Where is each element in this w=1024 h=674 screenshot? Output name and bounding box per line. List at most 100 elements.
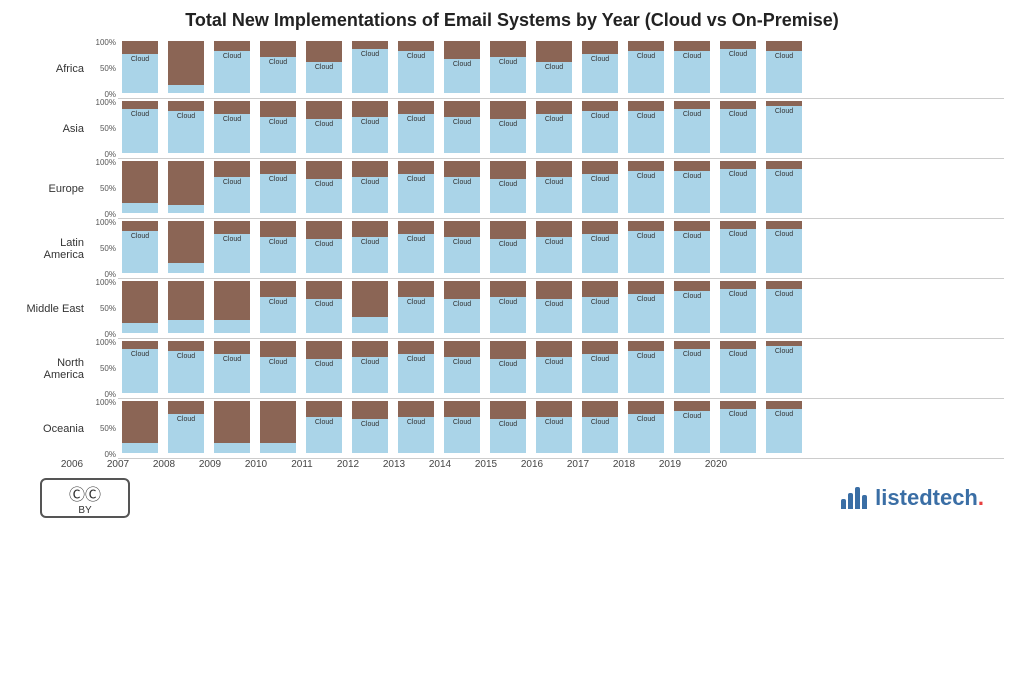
bar-row-2: CloudCloudCloudCloudCloudCloudCloudCloud…: [118, 159, 1004, 219]
bar-cloud: Cloud: [628, 294, 664, 333]
bar-onprem: [306, 401, 342, 417]
stacked-bar: Cloud: [306, 401, 342, 453]
stacked-bar: Cloud: [306, 101, 342, 153]
bar-cloud: Cloud: [352, 237, 388, 273]
bar-onprem: [720, 401, 756, 409]
bar-col: Cloud: [624, 341, 668, 396]
cloud-label: Cloud: [683, 413, 701, 420]
bar-cloud: Cloud: [674, 51, 710, 93]
cloud-label: Cloud: [683, 173, 701, 180]
bar-col: Cloud: [624, 221, 668, 276]
bar-col: Cloud: [716, 281, 760, 336]
stacked-bar: Cloud: [628, 221, 664, 273]
bar-cloud: Cloud: [214, 114, 250, 153]
bar-cloud: Cloud: [766, 289, 802, 333]
bar-onprem: [490, 341, 526, 359]
bar-col: Cloud: [670, 161, 714, 216]
bar-col: Cloud: [670, 281, 714, 336]
bar-onprem: [122, 401, 158, 443]
logo-bar-2: [848, 493, 853, 509]
bar-col: Cloud: [210, 161, 254, 216]
y-label: 50%: [100, 305, 116, 313]
bar-col: Cloud: [670, 221, 714, 276]
bar-cloud: [168, 320, 204, 333]
bar-onprem: [720, 341, 756, 349]
y-label: 50%: [100, 125, 116, 133]
stacked-bar: Cloud: [398, 41, 434, 93]
bar-col: Cloud: [210, 221, 254, 276]
stacked-bar: Cloud: [490, 281, 526, 333]
cloud-label: Cloud: [545, 419, 563, 426]
bar-col: Cloud: [486, 221, 530, 276]
bar-cloud: Cloud: [444, 357, 480, 393]
bar-onprem: [352, 341, 388, 357]
stacked-bar: Cloud: [628, 281, 664, 333]
bar-col: Cloud: [210, 341, 254, 396]
bar-onprem: [720, 281, 756, 289]
stacked-bar: Cloud: [352, 161, 388, 213]
cloud-label: Cloud: [407, 53, 425, 60]
cloud-label: Cloud: [499, 241, 517, 248]
bar-col: Cloud: [440, 281, 484, 336]
bar-col: Cloud: [394, 221, 438, 276]
row-africa: 100%50%0%CloudCloudCloudCloudCloudCloudC…: [88, 39, 1004, 99]
bar-col: Cloud: [762, 401, 806, 456]
cloud-label: Cloud: [729, 171, 747, 178]
stacked-bar: Cloud: [214, 41, 250, 93]
bar-cloud: [352, 317, 388, 333]
bar-onprem: [582, 161, 618, 174]
y-label: 100%: [96, 399, 116, 407]
bar-onprem: [214, 161, 250, 177]
bar-col: Cloud: [302, 221, 346, 276]
bar-cloud: Cloud: [490, 359, 526, 393]
cloud-label: Cloud: [545, 179, 563, 186]
bar-onprem: [444, 161, 480, 177]
bar-col: Cloud: [578, 101, 622, 156]
bar-col: Cloud: [532, 221, 576, 276]
cloud-label: Cloud: [683, 111, 701, 118]
bar-onprem: [444, 401, 480, 417]
cloud-label: Cloud: [223, 116, 241, 123]
bar-cloud: Cloud: [720, 229, 756, 273]
stacked-bar: [122, 161, 158, 213]
bar-onprem: [766, 41, 802, 51]
stacked-bar: Cloud: [490, 221, 526, 273]
bar-cloud: Cloud: [398, 417, 434, 453]
bar-col: Cloud: [256, 341, 300, 396]
cloud-label: Cloud: [729, 111, 747, 118]
bar-col: Cloud: [394, 101, 438, 156]
bar-onprem: [582, 221, 618, 234]
bar-onprem: [214, 101, 250, 114]
cloud-label: Cloud: [131, 111, 149, 118]
stacked-bar: Cloud: [490, 341, 526, 393]
bar-col: Cloud: [348, 41, 392, 96]
cloud-label: Cloud: [591, 176, 609, 183]
stacked-bar: Cloud: [306, 221, 342, 273]
bar-onprem: [444, 101, 480, 117]
bar-cloud: Cloud: [628, 171, 664, 213]
bar-cloud: Cloud: [398, 114, 434, 153]
stacked-bar: Cloud: [674, 41, 710, 93]
y-label: 50%: [100, 425, 116, 433]
bar-col: Cloud: [532, 41, 576, 96]
stacked-bar: Cloud: [674, 401, 710, 453]
bar-onprem: [260, 341, 296, 357]
cloud-label: Cloud: [407, 236, 425, 243]
bar-cloud: Cloud: [444, 417, 480, 453]
bar-cloud: Cloud: [260, 237, 296, 273]
bar-cloud: Cloud: [168, 351, 204, 393]
bar-onprem: [168, 161, 204, 205]
bar-onprem: [674, 101, 710, 109]
bar-col: Cloud: [256, 281, 300, 336]
bar-cloud: [260, 443, 296, 453]
cloud-label: Cloud: [407, 116, 425, 123]
bar-col: [164, 281, 208, 336]
y-axis-5: 100%50%0%: [88, 339, 118, 399]
bar-cloud: Cloud: [628, 414, 664, 453]
stacked-bar: Cloud: [720, 341, 756, 393]
x-label: 2014: [418, 459, 462, 470]
bar-col: Cloud: [716, 221, 760, 276]
bar-cloud: Cloud: [628, 351, 664, 393]
stacked-bar: Cloud: [582, 41, 618, 93]
bar-onprem: [214, 401, 250, 443]
